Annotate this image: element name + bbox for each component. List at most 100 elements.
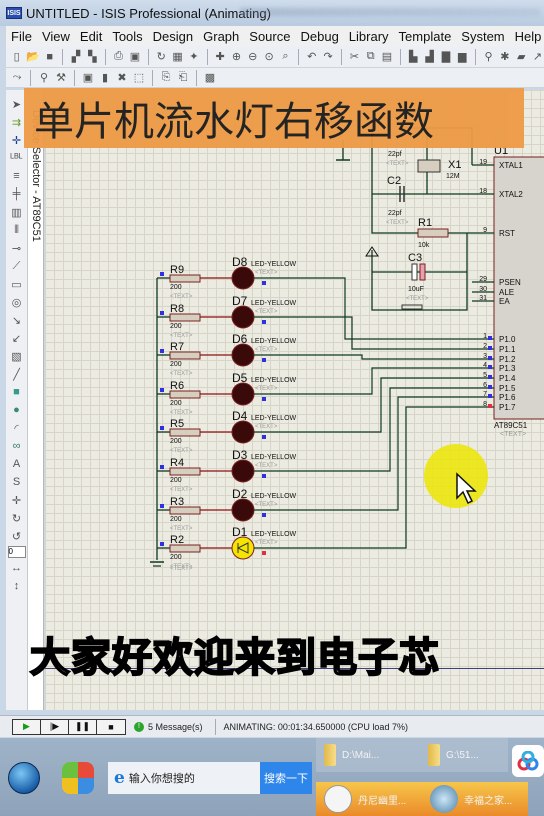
ares-icon[interactable]: ▩ [203, 71, 217, 85]
zoom-out-icon[interactable]: ⊖ [246, 50, 259, 64]
pause-button[interactable]: ❚❚ [69, 719, 97, 734]
windows-start-icon[interactable] [8, 762, 40, 794]
resistor-r1[interactable] [417, 228, 449, 238]
make-device-icon[interactable]: ✱ [498, 50, 511, 64]
360-app-icon[interactable] [62, 762, 94, 794]
c3-plate[interactable] [411, 263, 418, 281]
cut-icon[interactable]: ✂ [348, 50, 361, 64]
resistor-r8[interactable] [169, 313, 201, 322]
block-copy-icon[interactable]: ▙ [407, 50, 420, 64]
menu-system[interactable]: System [456, 29, 509, 44]
menu-template[interactable]: Template [394, 29, 457, 44]
reset-button[interactable] [401, 304, 423, 310]
arc-icon[interactable]: ◜ [10, 420, 24, 436]
redo-icon[interactable]: ↷ [321, 50, 334, 64]
netlist-icon[interactable]: ⎘ [159, 71, 173, 85]
text-icon[interactable]: A [10, 456, 24, 472]
crystal-x1[interactable] [417, 159, 441, 173]
task-chat-1[interactable]: 丹尼幽里... [316, 782, 422, 816]
bus-icon[interactable]: ╪ [10, 186, 24, 202]
baidu-netdisk-icon[interactable] [512, 745, 544, 777]
messages-indicator[interactable]: ! 5 Message(s) [134, 718, 216, 735]
remove-sheet-icon[interactable]: ✖ [115, 71, 129, 85]
pin-icon[interactable]: ⊸ [10, 240, 24, 256]
resistor-r3[interactable] [169, 506, 201, 515]
select-arrow-icon[interactable]: ➤ [10, 96, 24, 112]
text-script-icon[interactable]: ≡ [10, 168, 24, 184]
menu-view[interactable]: View [37, 29, 75, 44]
symbol-icon[interactable]: S [10, 474, 24, 490]
block-rotate-icon[interactable]: ▇ [439, 50, 452, 64]
voltage-probe-icon[interactable]: ↘ [10, 312, 24, 328]
led-d7[interactable] [231, 305, 255, 329]
stop-button[interactable]: ■ [97, 719, 125, 734]
flip-v-icon[interactable]: ↕ [10, 578, 24, 594]
refresh-icon[interactable]: ↻ [155, 50, 168, 64]
goto-sheet-icon[interactable]: ⬚ [132, 71, 146, 85]
led-d4[interactable] [231, 420, 255, 444]
save-icon[interactable]: ■ [43, 50, 56, 64]
led-d3[interactable] [231, 459, 255, 483]
c3-plate[interactable] [419, 263, 426, 281]
open-folder-icon[interactable]: 📂 [26, 50, 40, 64]
zoom-area-icon[interactable]: ⌕ [279, 50, 292, 64]
pan-icon[interactable]: ✚ [213, 50, 226, 64]
tape-icon[interactable]: ▭ [10, 276, 24, 292]
block-delete-icon[interactable]: ▆ [456, 50, 469, 64]
task-folder-g[interactable]: G:\51... [420, 738, 508, 772]
copy-icon[interactable]: ⧉ [364, 50, 377, 64]
schematic[interactable]: U1AT89C51<TEXT>19 XTAL118 XTAL29 RST29 PSEN3… [45, 90, 544, 710]
virtual-instrument-icon[interactable]: ▧ [10, 348, 24, 364]
origin-icon[interactable]: ✦ [187, 50, 200, 64]
undo-icon[interactable]: ↶ [305, 50, 318, 64]
property-tool-icon[interactable]: ⚒ [54, 71, 68, 85]
path-icon[interactable]: ∞ [10, 438, 24, 454]
paste-icon[interactable]: ▤ [380, 50, 393, 64]
menu-file[interactable]: File [6, 29, 37, 44]
led-d2[interactable] [231, 498, 255, 522]
search-input[interactable]: e 输入你想搜的 [108, 762, 260, 794]
terminal-icon[interactable]: ⫴ [10, 222, 24, 238]
led-d6[interactable] [231, 343, 255, 367]
resistor-r4[interactable] [169, 467, 201, 476]
resistor-r6[interactable] [169, 390, 201, 399]
menu-help[interactable]: Help [510, 29, 544, 44]
wire-autorouter-icon[interactable]: ⤳ [10, 71, 24, 85]
resistor-r9[interactable] [169, 274, 201, 283]
menu-source[interactable]: Source [244, 29, 295, 44]
component-icon[interactable]: ⇉ [10, 114, 24, 130]
graph-icon[interactable]: ⟋ [10, 258, 24, 274]
zoom-in-icon[interactable]: ⊕ [230, 50, 243, 64]
search-button[interactable]: 搜索一下 [260, 762, 312, 794]
step-button[interactable]: |▶ [41, 719, 69, 734]
grid-icon[interactable]: ▦ [171, 50, 184, 64]
menu-library[interactable]: Library [344, 29, 394, 44]
rotate-ccw-icon[interactable]: ↺ [10, 528, 24, 544]
circle-icon[interactable]: ● [10, 402, 24, 418]
rotate-cw-icon[interactable]: ↻ [10, 510, 24, 526]
search-icon[interactable]: ⚲ [37, 71, 51, 85]
led-d8[interactable] [231, 266, 255, 290]
resistor-r7[interactable] [169, 351, 201, 360]
zoom-all-icon[interactable]: ⊙ [262, 50, 275, 64]
play-button[interactable]: ▶ [13, 719, 41, 734]
line-icon[interactable]: ╱ [10, 366, 24, 382]
generator-icon[interactable]: ◎ [10, 294, 24, 310]
bom-icon[interactable]: ⎗ [176, 71, 190, 85]
rotation-angle-field[interactable]: 0 [7, 546, 26, 558]
marker-icon[interactable]: ✛ [10, 492, 24, 508]
menu-edit[interactable]: Edit [75, 29, 107, 44]
menu-debug[interactable]: Debug [295, 29, 343, 44]
decompose-icon[interactable]: ↗ [531, 50, 544, 64]
block-move-icon[interactable]: ▟ [423, 50, 436, 64]
led-d1[interactable] [231, 536, 255, 560]
resistor-r2[interactable] [169, 544, 201, 553]
menu-design[interactable]: Design [148, 29, 198, 44]
resistor-r5[interactable] [169, 428, 201, 437]
new-file-icon[interactable]: ▯ [10, 50, 23, 64]
box-icon[interactable]: ■ [10, 384, 24, 400]
wire-label-icon[interactable]: ᴸᴮᴸ [10, 150, 24, 166]
pick-device-icon[interactable]: ⚲ [482, 50, 495, 64]
current-probe-icon[interactable]: ↙ [10, 330, 24, 346]
task-chat-2[interactable]: 幸福之家... [422, 782, 528, 816]
